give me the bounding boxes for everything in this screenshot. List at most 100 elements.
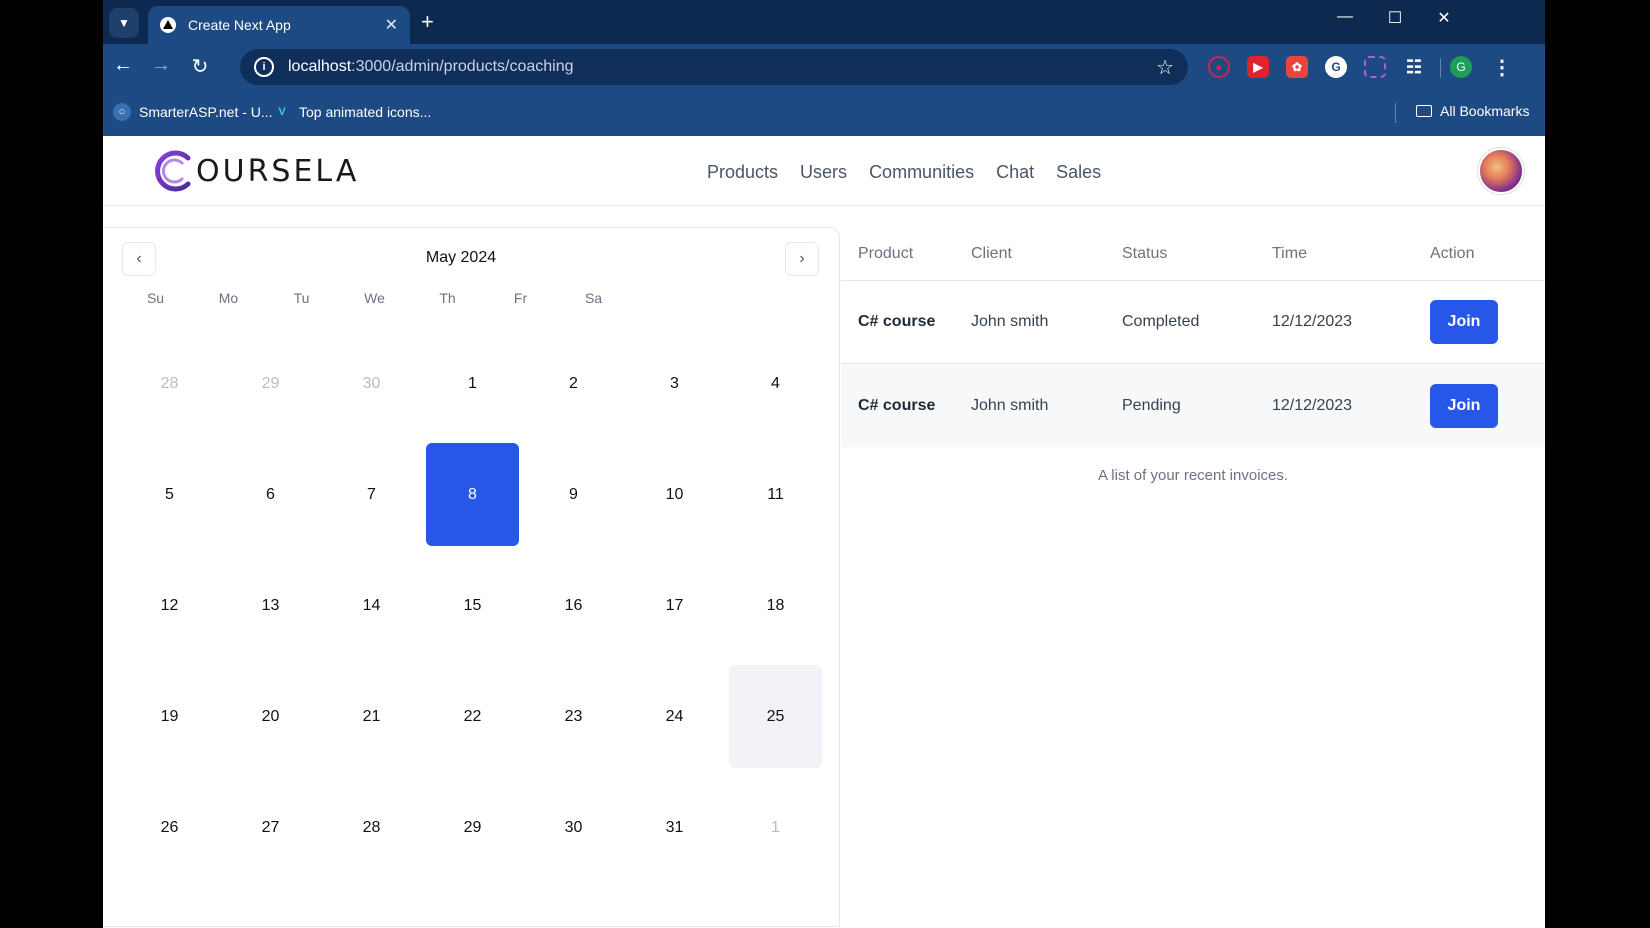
calendar-day[interactable]: 27 [224,776,317,879]
calendar-day[interactable]: 20 [224,665,317,768]
calendar-day[interactable]: 22 [426,665,519,768]
back-button[interactable]: ← [109,54,137,77]
nav-communities[interactable]: Communities [869,162,974,183]
calendar-day[interactable]: 29 [224,332,317,435]
calendar-day[interactable]: 23 [527,665,620,768]
cell-action: Join [1430,383,1530,428]
calendar-day[interactable]: 2 [527,332,620,435]
calendar-day[interactable]: 1 [729,776,822,879]
bookmark-label: Top animated icons... [299,104,432,120]
calendar-day[interactable]: 15 [426,554,519,657]
bookmark-animated-icons[interactable]: V Top animated icons... [273,103,431,121]
close-window-button[interactable]: ✕ [1424,8,1464,28]
nav-users[interactable]: Users [800,162,847,183]
calendar-day[interactable]: 14 [325,554,418,657]
calendar-day[interactable]: 24 [628,665,721,768]
tab-search-button[interactable]: ▼ [109,8,139,38]
screenshot-extension-icon[interactable] [1364,56,1386,78]
folder-icon [1416,105,1432,117]
next-month-button[interactable]: › [785,242,819,276]
join-button[interactable]: Join [1430,383,1498,428]
chevron-right-icon: › [799,250,805,267]
grammar-extension-icon[interactable]: G [1325,56,1347,78]
calendar-month-title: May 2024 [425,249,497,266]
calendar-day[interactable]: 21 [325,665,418,768]
calendar-day[interactable]: 12 [123,554,216,657]
logo-c-icon [155,150,191,192]
calendar-day[interactable]: 6 [224,443,317,546]
logo[interactable]: OURSELA [148,146,359,196]
nav-sales[interactable]: Sales [1056,162,1101,183]
maximize-button[interactable]: ☐ [1375,8,1415,28]
animated-icons-icon: V [278,106,286,118]
all-bookmarks-label: All Bookmarks [1440,103,1530,119]
reload-button[interactable]: ↻ [186,54,214,79]
extensions-icon[interactable]: ☷ [1403,56,1425,78]
weekday-label: Su [146,290,165,306]
all-bookmarks-button[interactable]: All Bookmarks [1416,103,1529,119]
calendar-day[interactable]: 30 [325,332,418,435]
minimize-button[interactable]: — [1325,8,1365,26]
calendar-day[interactable]: 28 [123,332,216,435]
address-bar[interactable]: i localhost:3000/admin/products/coaching… [240,49,1188,85]
calendar-grid: 28 29 30 1 2 3 4 5 6 7 8 9 10 11 12 13 1… [119,328,826,883]
calendar-day[interactable]: 4 [729,332,822,435]
calendar-day-today[interactable]: 25 [729,665,822,768]
user-avatar[interactable] [1478,148,1524,194]
tab-bar: ▼ Create Next App ✕ + — ☐ ✕ [103,0,1545,44]
calendar-day[interactable]: 11 [729,443,822,546]
calendar-day[interactable]: 26 [123,776,216,879]
calendar-day[interactable]: 13 [224,554,317,657]
calendar-day[interactable]: 29 [426,776,519,879]
calendar-day[interactable]: 7 [325,443,418,546]
table-row[interactable]: C# course John smith Completed 12/12/202… [841,281,1545,364]
weekday-header: Su Mo Tu We Th Fr Sa [119,290,630,306]
site-info-icon[interactable]: i [254,57,274,77]
smarterasp-icon: ○ [113,103,131,121]
bookmarks-divider [1395,103,1396,123]
forward-button[interactable]: → [147,54,175,77]
calendar-day[interactable]: 1 [426,332,519,435]
nav-chat[interactable]: Chat [996,162,1034,183]
calendar-day[interactable]: 3 [628,332,721,435]
cell-client: John smith [971,313,1049,330]
puzzle-extension-icon[interactable]: ✿ [1286,56,1308,78]
bookmarks-bar: ○ SmarterASP.net - U... V Top animated i… [103,90,1545,136]
profile-avatar[interactable]: G [1450,56,1472,78]
calendar-day[interactable]: 28 [325,776,418,879]
calendar-day[interactable]: 16 [527,554,620,657]
record-extension-icon[interactable]: ● [1208,56,1230,78]
browser-tab[interactable]: Create Next App ✕ [148,6,410,44]
cell-product: C# course [858,313,936,330]
table-row[interactable]: C# course John smith Pending 12/12/2023 … [841,364,1545,447]
table-header: Product Client Status Time Action [841,227,1545,281]
calendar-day-selected[interactable]: 8 [426,443,519,546]
calendar-day[interactable]: 18 [729,554,822,657]
close-tab-icon[interactable]: ✕ [385,15,398,35]
bookmark-smarterasp[interactable]: ○ SmarterASP.net - U... [113,103,273,121]
cell-action: Join [1430,300,1530,344]
new-tab-button[interactable]: + [421,10,434,34]
weekday-label: Mo [218,290,239,306]
logo-text: OURSELA [196,153,360,189]
chevron-down-icon: ▼ [118,16,130,30]
calendar-day[interactable]: 10 [628,443,721,546]
weekday-label: Tu [293,290,310,306]
column-header-client: Client [971,244,1012,262]
calendar: ‹ May 2024 › Su Mo Tu We Th Fr Sa 28 29 … [103,227,840,927]
url-path: :3000/admin/products/coaching [351,58,574,75]
menu-kebab-icon[interactable]: ⋮ [1491,56,1513,79]
video-extension-icon[interactable]: ▶ [1247,56,1269,78]
column-header-status: Status [1122,244,1168,262]
calendar-day[interactable]: 5 [123,443,216,546]
bookmark-star-icon[interactable]: ☆ [1156,55,1174,80]
nav-products[interactable]: Products [707,162,778,183]
join-button[interactable]: Join [1430,300,1498,344]
tab-title: Create Next App [188,17,291,33]
calendar-day[interactable]: 17 [628,554,721,657]
calendar-day[interactable]: 9 [527,443,620,546]
page-content: OURSELA Products Users Communities Chat … [103,136,1545,928]
calendar-day[interactable]: 19 [123,665,216,768]
calendar-day[interactable]: 30 [527,776,620,879]
calendar-day[interactable]: 31 [628,776,721,879]
